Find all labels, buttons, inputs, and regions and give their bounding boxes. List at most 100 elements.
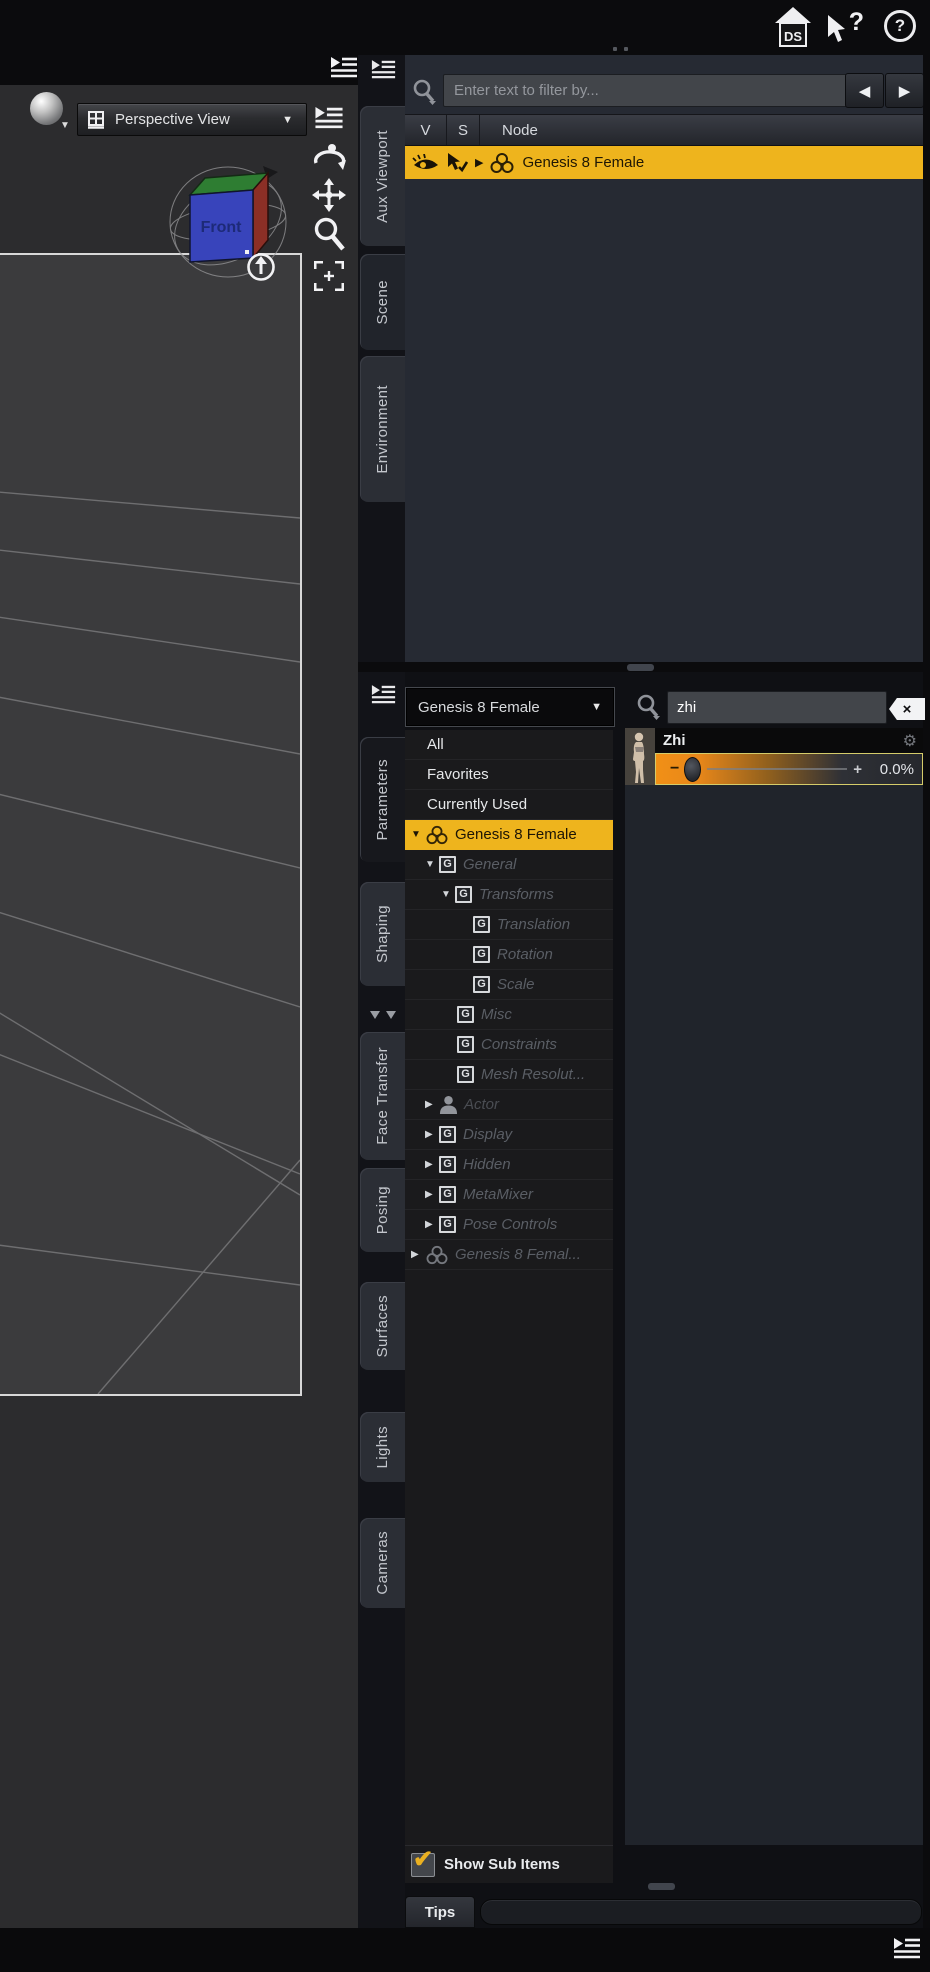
help-icon[interactable]: ?: [884, 10, 916, 42]
zoom-tool-icon[interactable]: [308, 216, 350, 252]
viewport-pane-options-icon[interactable]: [308, 100, 350, 136]
tab-strip-splitter[interactable]: [366, 1008, 400, 1020]
column-visibility: V: [405, 115, 447, 145]
figure-node-icon: [426, 1245, 448, 1264]
show-sub-items-checkbox[interactable]: ✔: [411, 1846, 435, 1877]
bottom-pane-options-icon[interactable]: [893, 1937, 921, 1961]
tree-item-display[interactable]: ▶ G Display: [405, 1120, 613, 1150]
tips-button[interactable]: Tips: [405, 1896, 475, 1928]
show-sub-items-label: Show Sub Items: [444, 1856, 560, 1873]
parameter-card-area: [625, 730, 923, 1845]
expander-icon[interactable]: ▶: [425, 1099, 439, 1110]
orbit-tool-icon[interactable]: [308, 140, 350, 176]
expander-icon[interactable]: ▶: [425, 1159, 439, 1170]
tree-item-rotation[interactable]: G Rotation: [405, 940, 613, 970]
tab-posing[interactable]: Posing: [360, 1168, 405, 1252]
group-icon: G: [457, 1036, 474, 1053]
parameters-pane-options-icon[interactable]: [371, 684, 396, 706]
parameter-name: Zhi: [663, 732, 686, 749]
tab-parameters[interactable]: Parameters: [360, 737, 405, 862]
tree-item-transforms[interactable]: ▼ G Transforms: [405, 880, 613, 910]
ds-home-icon[interactable]: DS: [773, 6, 813, 48]
scene-node-row[interactable]: ▶ Genesis 8 Female: [405, 146, 923, 179]
list-item-currently-used[interactable]: Currently Used: [405, 790, 613, 820]
tab-lights[interactable]: Lights: [360, 1412, 405, 1482]
tree-item-metamixer[interactable]: ▶ G MetaMixer: [405, 1180, 613, 1210]
tab-surfaces[interactable]: Surfaces: [360, 1282, 405, 1370]
gear-icon[interactable]: ⚙: [903, 731, 917, 751]
expander-icon[interactable]: ▶: [411, 1249, 425, 1260]
splitter-dots[interactable]: [613, 47, 628, 51]
tree-item-genesis-8-female-2[interactable]: ▶ Genesis 8 Femal...: [405, 1240, 613, 1270]
list-item-favorites[interactable]: Favorites: [405, 760, 613, 790]
footer-scrollbar[interactable]: [480, 1899, 922, 1925]
tab-shaping[interactable]: Shaping: [360, 882, 405, 986]
pan-tool-icon[interactable]: [308, 177, 350, 213]
column-selection: S: [447, 115, 480, 145]
tree-item-scale[interactable]: G Scale: [405, 970, 613, 1000]
aim-up-icon[interactable]: [245, 250, 275, 282]
parameter-search-icon[interactable]: [636, 694, 662, 725]
group-icon: G: [457, 1066, 474, 1083]
scene-filter-input[interactable]: [443, 74, 853, 107]
tab-scene[interactable]: Scene: [360, 254, 405, 350]
slider-handle[interactable]: [684, 756, 702, 782]
tab-face-transfer[interactable]: Face Transfer: [360, 1032, 405, 1160]
panel-splitter-handle[interactable]: [627, 664, 654, 671]
tree-item-misc[interactable]: G Misc: [405, 1000, 613, 1030]
visibility-eye-icon[interactable]: [412, 153, 440, 172]
show-sub-items-row: ✔ Show Sub Items: [405, 1845, 613, 1883]
tree-item-mesh-resolution[interactable]: G Mesh Resolut...: [405, 1060, 613, 1090]
expander-icon[interactable]: ▼: [441, 889, 455, 900]
node-expander-icon[interactable]: ▶: [475, 156, 483, 169]
group-icon: G: [473, 976, 490, 993]
scope-selector[interactable]: Genesis 8 Female ▼: [405, 687, 615, 727]
frame-tool-icon[interactable]: [308, 258, 350, 294]
scope-selector-value: Genesis 8 Female: [418, 698, 540, 716]
svg-text:DS: DS: [784, 29, 802, 44]
parameter-search-input[interactable]: [667, 691, 887, 724]
list-item-all[interactable]: All: [405, 730, 613, 760]
chevron-down-icon: ▼: [591, 701, 602, 713]
camera-selector-label: Perspective View: [115, 111, 230, 128]
draw-style-caret-icon[interactable]: ▼: [60, 120, 70, 131]
draw-style-icon[interactable]: [30, 92, 63, 125]
slider-decrement[interactable]: −: [670, 760, 679, 778]
group-icon: G: [455, 886, 472, 903]
slider-track[interactable]: [707, 768, 848, 770]
tree-item-hidden[interactable]: ▶ G Hidden: [405, 1150, 613, 1180]
parameter-group-list: All Favorites Currently Used ▼ Genesis 8…: [405, 730, 613, 1845]
forward-button[interactable]: ▶: [885, 73, 924, 108]
expander-icon[interactable]: ▼: [425, 859, 439, 870]
expander-icon[interactable]: ▶: [425, 1189, 439, 1200]
tree-item-translation[interactable]: G Translation: [405, 910, 613, 940]
expander-icon[interactable]: ▶: [425, 1129, 439, 1140]
tree-item-actor[interactable]: ▶ Actor: [405, 1090, 613, 1120]
expander-icon[interactable]: ▶: [425, 1219, 439, 1230]
pane-options-icon[interactable]: [330, 56, 358, 80]
slider-increment[interactable]: +: [853, 761, 862, 778]
view-cube-front-label: Front: [201, 219, 243, 236]
group-icon: G: [473, 916, 490, 933]
tab-aux-viewport[interactable]: Aux Viewport: [360, 106, 405, 246]
scene-pane-options-icon[interactable]: [371, 59, 396, 81]
tree-item-pose-controls[interactable]: ▶ G Pose Controls: [405, 1210, 613, 1240]
slider-value: 0.0%: [879, 760, 914, 778]
expander-icon[interactable]: ▼: [411, 829, 425, 840]
footer-splitter-handle[interactable]: [648, 1883, 675, 1890]
camera-selector[interactable]: Perspective View ▼: [77, 103, 307, 136]
node-label: Genesis 8 Female: [522, 154, 645, 171]
back-button[interactable]: ◀: [845, 73, 884, 108]
filter-search-icon[interactable]: [412, 79, 438, 110]
tree-item-general[interactable]: ▼ G General: [405, 850, 613, 880]
scene-column-header: V S Node: [405, 114, 923, 146]
check-icon: ✔: [413, 1845, 434, 1873]
group-icon: G: [439, 1156, 456, 1173]
tab-environment[interactable]: Environment: [360, 356, 405, 502]
tree-item-constraints[interactable]: G Constraints: [405, 1030, 613, 1060]
context-help-icon[interactable]: ?: [826, 8, 864, 46]
tab-cameras[interactable]: Cameras: [360, 1518, 405, 1608]
selection-cursor-icon[interactable]: [446, 152, 468, 173]
parameter-slider[interactable]: − + 0.0%: [655, 753, 923, 785]
tree-item-genesis-8-female[interactable]: ▼ Genesis 8 Female: [405, 820, 613, 850]
